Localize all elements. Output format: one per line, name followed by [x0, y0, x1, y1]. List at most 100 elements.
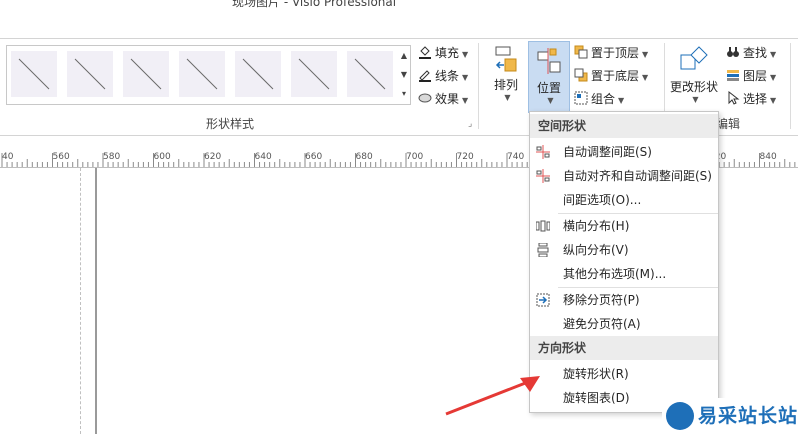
group-icon — [574, 91, 588, 105]
send-to-back-label: 置于底层 — [591, 69, 640, 83]
avoid-page-break-item[interactable]: 避免分页符(A) — [530, 312, 718, 336]
ruler-label: 640 — [254, 152, 272, 162]
watermark: 易采站长站 — [662, 398, 798, 434]
spacing-options-label: 间距选项(O)... — [563, 193, 642, 207]
distribute-horizontal-icon — [536, 220, 550, 232]
style-swatch[interactable] — [347, 51, 393, 97]
bring-to-front-label: 置于顶层 — [591, 46, 640, 60]
auto-align-icon — [536, 169, 550, 183]
group-button[interactable]: 组合 ▼ — [574, 89, 624, 109]
line-label: 线条 — [435, 69, 460, 83]
send-to-back-button[interactable]: 置于底层 ▼ — [574, 66, 648, 86]
ruler-label: 680 — [355, 152, 373, 162]
effects-icon — [418, 93, 432, 103]
arrange-label: 排列 — [493, 78, 518, 92]
position-icon — [537, 48, 561, 74]
pencil-icon — [419, 70, 431, 82]
auto-align-space-label: 自动对齐和自动调整间距(S) — [563, 169, 712, 183]
gallery-up-button[interactable]: ▲ — [398, 46, 410, 65]
group-separator — [478, 43, 479, 129]
menu-section-orient-shapes: 方向形状 — [530, 336, 718, 360]
menu-section-space-shapes: 空间形状 — [530, 114, 718, 138]
chevron-down-icon: ▼ — [462, 96, 469, 105]
layers-icon — [727, 70, 739, 81]
spacing-options-item[interactable]: 间距选项(O)... — [530, 188, 718, 212]
ruler-label: 40 — [2, 152, 14, 162]
cursor-icon — [728, 91, 740, 105]
style-swatch[interactable] — [123, 51, 169, 97]
chevron-down-icon: ▼ — [692, 95, 699, 104]
find-button[interactable]: 查找 ▼ — [726, 43, 776, 63]
change-shape-icon — [680, 46, 708, 70]
position-label: 位置 — [536, 81, 561, 95]
select-button[interactable]: 选择 ▼ — [726, 89, 776, 109]
group-separator — [790, 43, 791, 129]
watermark-logo-icon — [666, 402, 694, 430]
chevron-down-icon: ▼ — [642, 73, 649, 82]
distribute-horizontal-item[interactable]: 横向分布(H) — [530, 214, 718, 238]
chevron-down-icon: ▼ — [547, 96, 554, 105]
watermark-text: 易采站长站 — [698, 405, 798, 427]
distribute-horizontal-label: 横向分布(H) — [563, 219, 630, 233]
line-button[interactable]: 线条 ▼ — [418, 66, 468, 86]
chevron-down-icon: ▼ — [504, 93, 511, 102]
window-title: 现场图片 - Visio Professional — [232, 0, 397, 9]
auto-space-item[interactable]: 自动调整间距(S) — [530, 140, 718, 164]
rotate-shape-label: 旋转形状(R) — [563, 367, 629, 381]
ruler-label: 840 — [759, 152, 777, 162]
layers-label: 图层 — [743, 69, 768, 83]
group-label: 组合 — [591, 92, 616, 106]
position-button[interactable]: 位置 ▼ — [528, 41, 570, 113]
guide-line — [80, 168, 81, 434]
editing-group-label: 编辑 — [716, 117, 741, 131]
chevron-down-icon: ▼ — [770, 50, 777, 59]
ruler-label: 740 — [507, 152, 525, 162]
find-label: 查找 — [743, 46, 768, 60]
remove-page-break-label: 移除分页符(P) — [563, 293, 640, 307]
fill-button[interactable]: 填充 ▼ — [418, 43, 468, 63]
chevron-down-icon: ▼ — [642, 50, 649, 59]
chevron-down-icon: ▼ — [462, 50, 469, 59]
send-back-icon — [574, 68, 588, 82]
annotation-arrow — [445, 376, 540, 416]
remove-page-break-item[interactable]: 移除分页符(P) — [530, 288, 718, 312]
select-label: 选择 — [743, 92, 768, 106]
effects-label: 效果 — [435, 92, 460, 106]
paint-bucket-icon — [419, 46, 431, 59]
auto-space-icon — [536, 145, 550, 159]
bring-to-front-button[interactable]: 置于顶层 ▼ — [574, 43, 648, 63]
ruler-label: 560 — [52, 152, 70, 162]
auto-space-label: 自动调整间距(S) — [563, 145, 652, 159]
fill-label: 填充 — [435, 46, 460, 60]
style-swatch[interactable] — [291, 51, 337, 97]
auto-align-space-item[interactable]: 自动对齐和自动调整间距(S) — [530, 164, 718, 188]
layers-button[interactable]: 图层 ▼ — [726, 66, 776, 86]
change-shape-button[interactable]: 更改形状 ▼ — [668, 45, 720, 111]
rotate-shape-item[interactable]: 旋转形状(R) — [530, 362, 718, 386]
style-swatch[interactable] — [67, 51, 113, 97]
page-break-icon — [536, 293, 550, 307]
effects-button[interactable]: 效果 ▼ — [418, 89, 468, 109]
avoid-page-break-label: 避免分页符(A) — [563, 317, 641, 331]
gallery-down-button[interactable]: ▼ — [398, 65, 410, 84]
ruler-label: 600 — [153, 152, 171, 162]
bring-front-icon — [574, 45, 588, 59]
style-swatch[interactable] — [11, 51, 57, 97]
distribute-vertical-icon — [537, 243, 549, 257]
chevron-down-icon: ▼ — [770, 96, 777, 105]
distribute-vertical-item[interactable]: 纵向分布(V) — [530, 238, 718, 262]
style-swatch[interactable] — [235, 51, 281, 97]
style-swatch[interactable] — [179, 51, 225, 97]
ruler-label: 620 — [204, 152, 222, 162]
gallery-more-button[interactable]: ▾ — [398, 84, 410, 103]
binoculars-icon — [727, 47, 739, 57]
chevron-down-icon: ▼ — [770, 73, 777, 82]
ruler-label: 720 — [456, 152, 474, 162]
arrange-button[interactable]: 排列 ▼ — [490, 45, 522, 111]
more-distribute-options-item[interactable]: 其他分布选项(M)... — [530, 262, 718, 286]
title-bar: 现场图片 - Visio Professional — [0, 0, 798, 14]
chevron-down-icon: ▼ — [462, 73, 469, 82]
shape-styles-group-label: 形状样式 — [206, 117, 255, 131]
dialog-launcher-icon[interactable]: ⌟ — [468, 119, 472, 129]
gallery-scrollbar: ▲ ▼ ▾ — [398, 45, 411, 105]
